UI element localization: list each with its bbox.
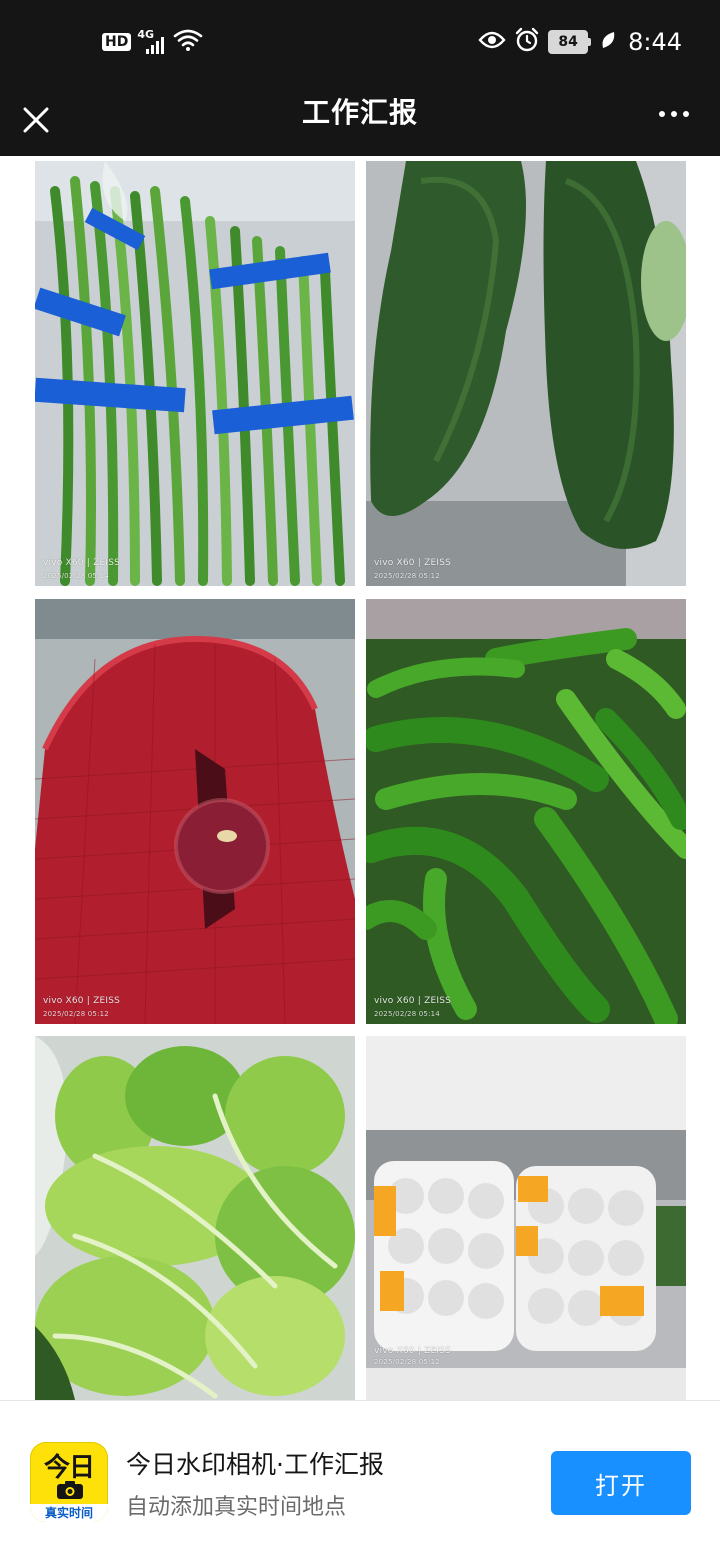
open-app-button[interactable]: 打开 <box>551 1451 691 1515</box>
green-peppers-photo[interactable]: vivo X60 | ZEISS 2025/02/28 05:14 <box>366 599 686 1024</box>
watermark-device: vivo X60 | ZEISS <box>43 996 121 1006</box>
wifi-icon <box>173 28 203 56</box>
app-icon-strip: 真实时间 <box>30 1504 108 1522</box>
watermark-date: 2025/02/28 05:12 <box>43 1010 109 1018</box>
watermark-date: 2025/02/28 05:14 <box>43 572 109 580</box>
hd-indicator: HD <box>102 33 132 51</box>
app-download-banner: 今日 真实时间 今日水印相机·工作汇报 自动添加真实时间地点 打开 <box>0 1400 720 1561</box>
clock-time: 8:44 <box>628 28 682 56</box>
watermark-device: vivo X60 | ZEISS <box>374 558 452 568</box>
leaf-icon <box>600 30 616 54</box>
close-icon <box>23 107 49 133</box>
close-button[interactable] <box>16 94 56 146</box>
banner-title: 今日水印相机·工作汇报 <box>126 1450 384 1479</box>
eye-icon <box>478 30 506 54</box>
status-left: HD 4G <box>102 26 203 58</box>
watermark-date: 2025/02/28 05:12 <box>374 1358 440 1366</box>
status-right: 84 8:44 <box>478 24 682 60</box>
status-bar: HD 4G 84 8:44 <box>0 0 720 84</box>
watermark-date: 2025/02/28 05:14 <box>374 1010 440 1018</box>
watermark-device: vivo X60 | ZEISS <box>374 1346 452 1356</box>
app-icon[interactable]: 今日 真实时间 <box>30 1442 108 1522</box>
watermark-date: 2025/02/28 05:12 <box>374 572 440 580</box>
camera-icon <box>57 1481 83 1499</box>
page-title: 工作汇报 <box>301 96 418 129</box>
title-bar: 工作汇报 <box>0 84 720 156</box>
more-options-button[interactable] <box>654 94 694 134</box>
banner-subtitle: 自动添加真实时间地点 <box>126 1495 347 1520</box>
alarm-icon <box>514 27 540 57</box>
watermark-device: vivo X60 | ZEISS <box>374 996 452 1006</box>
red-onion-sack-photo[interactable]: vivo X60 | ZEISS 2025/02/28 05:12 <box>35 599 355 1024</box>
battery-indicator: 84 <box>548 30 592 54</box>
bagged-vegetables-photo[interactable]: vivo X60 | ZEISS 2025/02/28 05:12 <box>366 1036 686 1400</box>
photo-grid: vivo X60 | ZEISS 2025/02/28 05:14 vivo X… <box>0 156 720 1400</box>
mustard-greens-photo[interactable] <box>35 1036 355 1400</box>
winter-melon-photo[interactable]: vivo X60 | ZEISS 2025/02/28 05:12 <box>366 161 686 586</box>
long-beans-photo[interactable]: vivo X60 | ZEISS 2025/02/28 05:14 <box>35 161 355 586</box>
app-icon-text: 今日 <box>43 1453 95 1483</box>
watermark-device: vivo X60 | ZEISS <box>43 558 121 568</box>
cellular-signal-icon: 4G <box>137 28 167 56</box>
